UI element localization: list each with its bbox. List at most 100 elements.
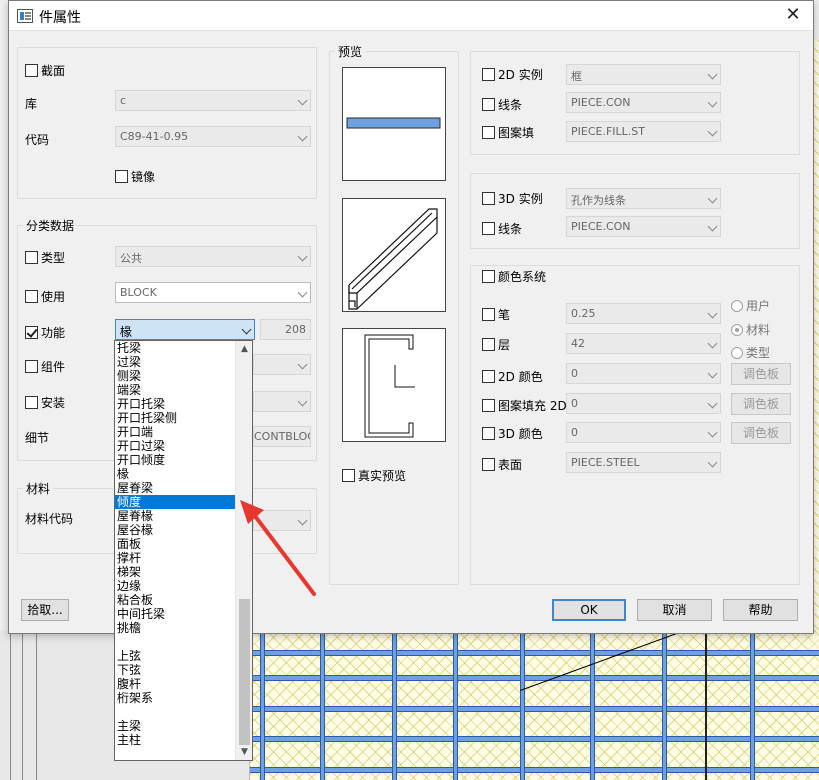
line-checkbox-1-box[interactable]	[482, 98, 495, 111]
palette-button-1[interactable]: 调色板	[731, 363, 791, 385]
code-select[interactable]: C89-41-0.95	[115, 126, 311, 147]
library-select[interactable]: c	[115, 90, 311, 111]
instance-2d-checkbox[interactable]: 2D 实例	[482, 66, 543, 83]
dropdown-option[interactable]: 下弦	[115, 663, 236, 677]
line-checkbox-2[interactable]: 线条	[482, 220, 522, 237]
scrollbar-thumb[interactable]	[239, 599, 250, 745]
color-3d-select[interactable]: 0	[566, 422, 721, 443]
dropdown-option[interactable]: 中间托梁	[115, 607, 236, 621]
ok-button[interactable]: OK	[552, 599, 626, 621]
mirror-checkbox[interactable]: 镜像	[115, 168, 155, 185]
color-3d-checkbox-box[interactable]	[482, 427, 495, 440]
mirror-checkbox-box[interactable]	[115, 170, 128, 183]
color-2d-checkbox-box[interactable]	[482, 370, 495, 383]
surface-checkbox-box[interactable]	[482, 458, 495, 471]
component-checkbox-box[interactable]	[25, 360, 38, 373]
type-checkbox-box[interactable]	[25, 251, 38, 264]
cad-drawing-canvas[interactable]	[250, 630, 819, 780]
use-checkbox-box[interactable]	[25, 290, 38, 303]
color-system-checkbox[interactable]: 颜色系统	[482, 268, 546, 285]
use-checkbox[interactable]: 使用	[25, 288, 65, 305]
dropdown-option[interactable]	[115, 705, 236, 719]
scroll-down-icon[interactable]: ▼	[236, 744, 252, 760]
pattern-checkbox[interactable]: 图案填	[482, 124, 534, 141]
dropdown-option[interactable]: 开口托梁侧	[115, 411, 236, 425]
radio-type-circle[interactable]	[731, 346, 743, 359]
scroll-up-icon[interactable]: ▲	[236, 341, 252, 357]
dropdown-option[interactable]: 撑杆	[115, 551, 236, 565]
real-preview-checkbox[interactable]: 真实预览	[342, 467, 406, 484]
radio-type[interactable]: 类型	[731, 344, 770, 361]
palette-button-3[interactable]: 调色板	[731, 422, 791, 444]
pen-checkbox[interactable]: 笔	[482, 306, 510, 323]
type-select[interactable]: 公共	[115, 246, 311, 267]
section-checkbox-box[interactable]	[25, 64, 38, 77]
pattern-select[interactable]: PIECE.FILL.ST	[566, 121, 721, 142]
dropdown-option[interactable]: 屋脊椽	[115, 509, 236, 523]
dropdown-option[interactable]: 挑檐	[115, 621, 236, 635]
dropdown-option[interactable]: 开口托梁	[115, 397, 236, 411]
dropdown-option[interactable]: 粘合板	[115, 593, 236, 607]
install-checkbox-box[interactable]	[25, 396, 38, 409]
dropdown-option[interactable]: 开口过梁	[115, 439, 236, 453]
function-select[interactable]: 椽	[115, 319, 255, 340]
function-checkbox-box[interactable]	[25, 326, 38, 339]
component-select[interactable]	[253, 354, 311, 375]
dropdown-option[interactable]: 屋谷椽	[115, 523, 236, 537]
pattern-fill-2d-checkbox-box[interactable]	[482, 399, 495, 412]
dropdown-option[interactable]	[115, 635, 236, 649]
help-button[interactable]: 帮助	[723, 599, 798, 621]
use-select[interactable]: BLOCK	[115, 282, 311, 303]
dropdown-option[interactable]: 上弦	[115, 649, 236, 663]
dropdown-option[interactable]: 托梁	[115, 341, 236, 355]
component-checkbox[interactable]: 组件	[25, 358, 65, 375]
dropdown-option[interactable]: 主梁	[115, 719, 236, 733]
dropdown-option[interactable]: 端梁	[115, 383, 236, 397]
instance-3d-checkbox[interactable]: 3D 实例	[482, 190, 543, 207]
layer-select[interactable]: 42	[566, 333, 721, 354]
pen-select[interactable]: 0.25	[566, 303, 721, 324]
dropdown-option[interactable]: 屋脊梁	[115, 481, 236, 495]
dropdown-option[interactable]: 边缘	[115, 579, 236, 593]
color-2d-select[interactable]: 0	[566, 363, 721, 384]
line-checkbox-1[interactable]: 线条	[482, 96, 522, 113]
dropdown-option[interactable]: 椽	[115, 467, 236, 481]
function-number-field[interactable]: 208	[260, 319, 311, 340]
section-checkbox[interactable]: 截面	[25, 62, 65, 79]
color-3d-checkbox[interactable]: 3D 颜色	[482, 425, 543, 442]
layer-checkbox[interactable]: 层	[482, 336, 510, 353]
detail-field[interactable]: CONTBLOC	[253, 426, 311, 447]
pattern-checkbox-box[interactable]	[482, 126, 495, 139]
dropdown-option[interactable]: 开口倾度	[115, 453, 236, 467]
dropdown-option[interactable]: 主柱	[115, 733, 236, 747]
pattern-fill-2d-select[interactable]: 0	[566, 393, 721, 414]
dropdown-option[interactable]: 腹杆	[115, 677, 236, 691]
real-preview-checkbox-box[interactable]	[342, 469, 355, 482]
install-checkbox[interactable]: 安装	[25, 394, 65, 411]
pen-checkbox-box[interactable]	[482, 308, 495, 321]
type-checkbox[interactable]: 类型	[25, 249, 65, 266]
surface-select[interactable]: PIECE.STEEL	[566, 452, 721, 473]
dropdown-option[interactable]: 过梁	[115, 355, 236, 369]
radio-material[interactable]: 材料	[731, 321, 770, 338]
dropdown-option[interactable]: 开口端	[115, 425, 236, 439]
palette-button-2[interactable]: 调色板	[731, 393, 791, 415]
color-2d-checkbox[interactable]: 2D 颜色	[482, 368, 543, 385]
dropdown-option[interactable]: 侧梁	[115, 369, 236, 383]
instance-3d-checkbox-box[interactable]	[482, 192, 495, 205]
instance-2d-select[interactable]: 框	[566, 64, 721, 85]
surface-checkbox[interactable]: 表面	[482, 456, 522, 473]
dropdown-option[interactable]: 梯架	[115, 565, 236, 579]
cancel-button[interactable]: 取消	[637, 599, 712, 621]
function-checkbox[interactable]: 功能	[25, 324, 65, 341]
function-dropdown-list[interactable]: 托梁 过梁 侧梁 端梁 开口托梁 开口托梁侧 开口端 开口过梁 开口倾度椽屋脊梁 倾度 屋脊椽 屋谷椽…	[114, 340, 253, 761]
radio-material-circle[interactable]	[731, 323, 743, 336]
dropdown-option[interactable]: 面板	[115, 537, 236, 551]
radio-user-circle[interactable]	[731, 299, 743, 312]
instance-2d-checkbox-box[interactable]	[482, 68, 495, 81]
instance-3d-select[interactable]: 孔作为线条	[566, 188, 721, 209]
dropdown-option[interactable]: 桁架系	[115, 691, 236, 705]
line-select-1[interactable]: PIECE.CON	[566, 92, 721, 113]
close-icon[interactable]: ✕	[783, 5, 803, 25]
layer-checkbox-box[interactable]	[482, 338, 495, 351]
